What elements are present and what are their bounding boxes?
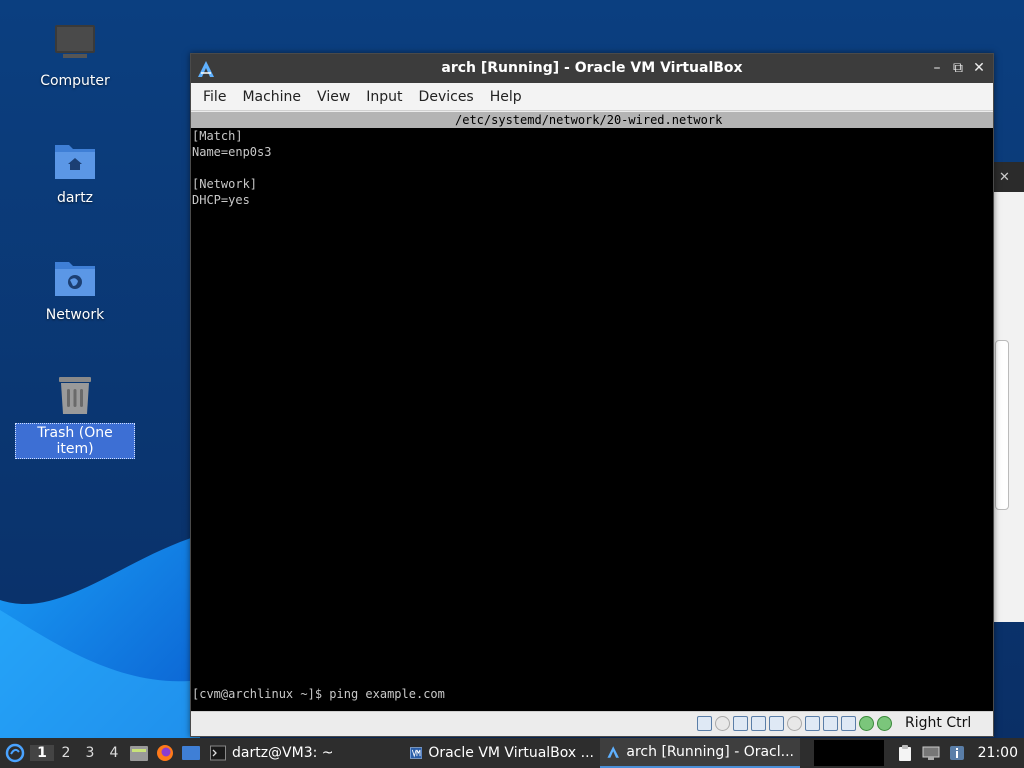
mouse-integration-icon[interactable] xyxy=(841,716,856,731)
show-desktop-button[interactable] xyxy=(178,738,204,768)
start-menu-button[interactable] xyxy=(0,738,30,768)
network-tray[interactable] xyxy=(918,738,944,768)
taskbar: 1 2 3 4 dartz@VM3: ~ Oracle VM VirtualBo… xyxy=(0,738,1024,768)
network-folder-icon xyxy=(55,262,95,296)
terminal-icon xyxy=(210,745,226,761)
keyboard-icon[interactable] xyxy=(877,716,892,731)
cpu-icon[interactable] xyxy=(859,716,874,731)
desktop-icon-label: Computer xyxy=(40,73,110,89)
file-line: Name=enp0s3 xyxy=(191,144,993,160)
vm-statusbar: Right Ctrl xyxy=(191,711,993,736)
desktop-icon-label: Trash (One item) xyxy=(15,423,135,459)
device-icons xyxy=(697,716,892,731)
firefox-icon xyxy=(157,745,173,761)
window-titlebar[interactable]: arch [Running] - Oracle VM VirtualBox – … xyxy=(191,54,993,83)
task-virtualbox-manager[interactable]: Oracle VM VirtualBox ... xyxy=(404,738,600,768)
desktop-icon-label: dartz xyxy=(56,190,94,206)
menu-machine[interactable]: Machine xyxy=(234,89,309,105)
computer-icon xyxy=(55,25,95,58)
menu-help[interactable]: Help xyxy=(482,89,530,105)
restore-button[interactable]: ⧉ xyxy=(949,54,967,83)
display-icon[interactable] xyxy=(805,716,820,731)
virtualbox-app-icon xyxy=(198,61,214,77)
vm-display[interactable]: GNU nano 6.0 /etc/systemd/network/20-wir… xyxy=(191,112,993,711)
clock[interactable]: 21:00 xyxy=(970,745,1024,761)
clipboard-icon xyxy=(898,745,911,761)
hard-disk-icon[interactable] xyxy=(697,716,712,731)
menu-input[interactable]: Input xyxy=(358,89,410,105)
menubar: File Machine View Input Devices Help xyxy=(191,83,993,111)
host-key-label: Right Ctrl xyxy=(905,715,972,731)
file-line xyxy=(191,160,993,176)
video-capture-icon[interactable] xyxy=(823,716,838,731)
nano-version: GNU nano 6.0 xyxy=(250,129,338,143)
workspace-2[interactable]: 2 xyxy=(54,745,78,761)
file-line: DHCP=yes xyxy=(192,193,250,207)
virtualbox-vm-icon xyxy=(607,746,619,758)
file-manager-launcher[interactable] xyxy=(126,738,152,768)
optical-drive-icon[interactable] xyxy=(715,716,730,731)
task-terminal[interactable]: dartz@VM3: ~ xyxy=(204,738,404,768)
file-line: [Network] xyxy=(192,177,258,191)
menu-view[interactable]: View xyxy=(309,89,358,105)
background-window[interactable]: ✕ xyxy=(990,162,1024,622)
usb-icon[interactable] xyxy=(769,716,784,731)
desktop-icon-label: Network xyxy=(45,307,105,323)
minimize-button[interactable]: – xyxy=(928,54,946,83)
desktop-icon-network[interactable]: Network xyxy=(15,256,135,324)
scrollbar[interactable] xyxy=(995,340,1009,510)
info-icon xyxy=(949,746,964,760)
virtualbox-icon xyxy=(410,747,423,759)
firefox-launcher[interactable] xyxy=(152,738,178,768)
window-title: arch [Running] - Oracle VM VirtualBox xyxy=(441,60,743,76)
workspace-4[interactable]: 4 xyxy=(102,745,126,761)
task-label: dartz@VM3: ~ xyxy=(232,745,334,761)
home-folder-icon xyxy=(55,145,95,179)
virtualbox-window[interactable]: arch [Running] - Oracle VM VirtualBox – … xyxy=(190,53,994,737)
desktop-icon-trash[interactable]: Trash (One item) xyxy=(15,373,135,459)
shell-prompt: [cvm@archlinux ~]$ ping example.com xyxy=(192,687,445,701)
trash-icon xyxy=(59,377,91,414)
menu-devices[interactable]: Devices xyxy=(411,89,482,105)
network-icon[interactable] xyxy=(751,716,766,731)
menu-file[interactable]: File xyxy=(195,89,234,105)
file-manager-icon xyxy=(130,746,148,761)
lxqt-logo-icon xyxy=(5,743,25,763)
task-arch-vm[interactable]: arch [Running] - Oracl... xyxy=(600,738,800,768)
workspace-3[interactable]: 3 xyxy=(78,745,102,761)
desktop-icon-computer[interactable]: Computer xyxy=(15,22,135,90)
audio-icon[interactable] xyxy=(733,716,748,731)
close-icon[interactable]: ✕ xyxy=(999,170,1010,185)
nano-filename: /etc/systemd/network/20-wired.network xyxy=(455,113,723,127)
task-label: arch [Running] - Oracl... xyxy=(626,744,794,760)
network-status-icon xyxy=(922,746,940,760)
desktop-icon-home-folder[interactable]: dartz xyxy=(15,139,135,207)
system-tray: 21:00 xyxy=(813,738,1024,768)
tray-placeholder xyxy=(813,740,884,766)
nano-header: GNU nano 6.0 /etc/systemd/network/20-wir… xyxy=(191,112,993,143)
task-label: Oracle VM VirtualBox ... xyxy=(428,745,594,761)
close-button[interactable]: ✕ xyxy=(970,54,988,83)
clipboard-tray[interactable] xyxy=(892,738,918,768)
desktop-icon xyxy=(182,746,200,760)
shared-folder-icon[interactable] xyxy=(787,716,802,731)
notifications-tray[interactable] xyxy=(944,738,970,768)
workspace-1[interactable]: 1 xyxy=(30,745,54,761)
